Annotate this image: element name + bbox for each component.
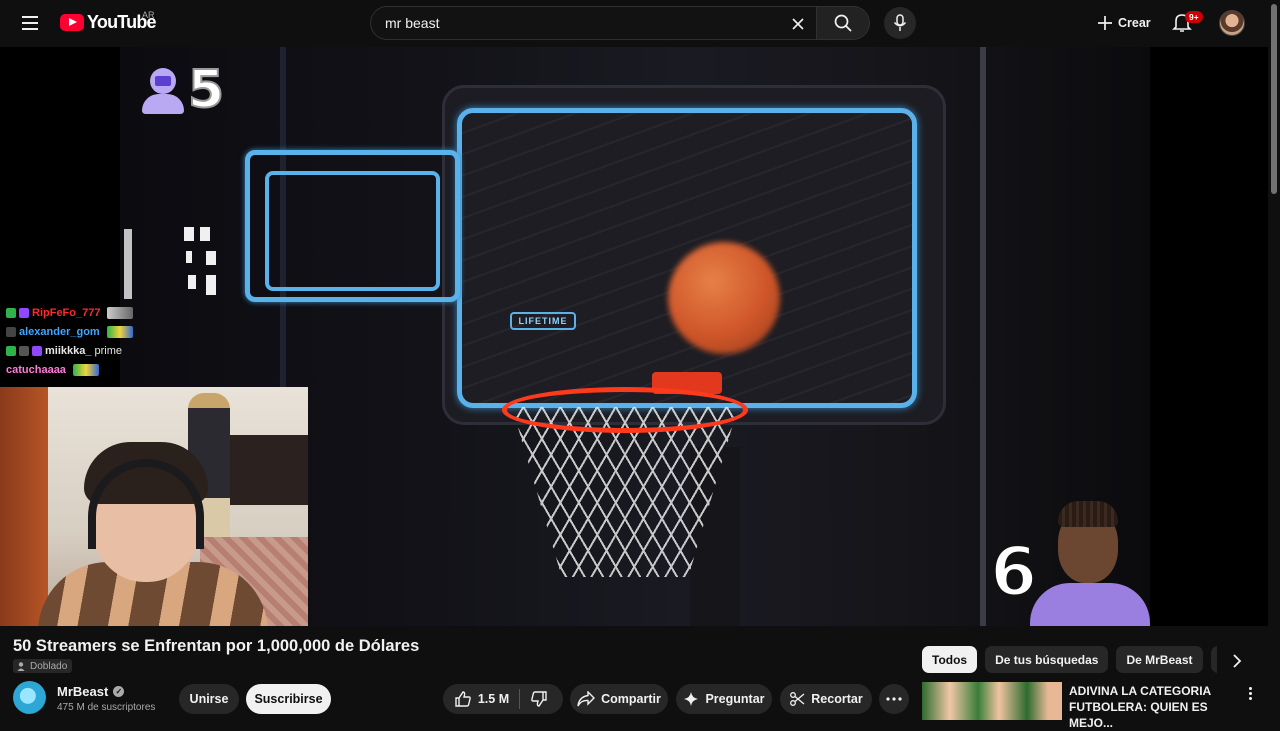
light-streaks — [122, 227, 217, 302]
prime-badge-icon — [32, 345, 42, 356]
backboard-inner-square — [265, 171, 440, 291]
dubbed-badge: Doblado — [13, 659, 73, 673]
ask-label: Preguntar — [705, 692, 765, 706]
basketball — [668, 242, 780, 354]
search-bar — [370, 6, 870, 40]
emote-icon — [106, 325, 133, 338]
subscribe-label: Suscribirse — [254, 692, 323, 706]
voice-search-button[interactable] — [884, 7, 916, 39]
clip-button[interactable]: Recortar — [780, 684, 872, 714]
chat-username: alexander_gom — [19, 325, 100, 338]
chat-text: prime — [94, 344, 122, 357]
streamer-webcam — [0, 387, 308, 626]
share-button[interactable]: Compartir — [570, 684, 668, 714]
contestant-number: 6 — [988, 533, 1038, 612]
thumbs-up-icon — [455, 691, 471, 707]
dubbed-label: Doblado — [30, 660, 68, 672]
plus-icon — [1098, 16, 1112, 30]
clip-label: Recortar — [811, 692, 863, 706]
streamer-camera-icon — [140, 66, 184, 114]
more-actions-button[interactable] — [879, 684, 909, 714]
menu-icon[interactable] — [14, 7, 46, 39]
like-dislike-group: 1.5 M — [443, 684, 563, 714]
scrollbar-thumb[interactable] — [1271, 4, 1277, 194]
youtube-play-icon — [60, 14, 84, 31]
chat-message: alexander_gom — [0, 322, 150, 341]
related-filter-chips: Todos De tus búsquedas De MrBeast Vi — [922, 646, 1217, 673]
video-player[interactable]: LIFETIME 5 6 RipFeFo_777 alexander_gom m… — [0, 47, 1268, 626]
hoop-rim — [502, 387, 748, 433]
ask-button[interactable]: Preguntar — [676, 684, 772, 714]
join-label: Unirse — [189, 692, 229, 706]
subscribe-button[interactable]: Suscribirse — [246, 684, 331, 714]
scissors-icon — [790, 692, 805, 706]
chip-watched[interactable]: Vi — [1210, 646, 1217, 673]
chips-next-button[interactable] — [1225, 649, 1249, 673]
share-icon — [577, 691, 596, 707]
thumbs-down-icon — [531, 691, 547, 707]
badge-icon — [19, 345, 29, 356]
account-avatar[interactable] — [1219, 10, 1245, 36]
chat-message: miikkka_ prime — [0, 341, 150, 360]
notifications-badge: 9+ — [1185, 11, 1203, 23]
emote-icon — [72, 363, 99, 376]
search-input[interactable] — [385, 15, 775, 31]
channel-name[interactable]: MrBeast ✓ — [57, 684, 125, 699]
dislike-button[interactable] — [520, 690, 558, 708]
chat-username: miikkka_ — [45, 344, 92, 357]
search-icon — [834, 14, 852, 32]
subscriber-count: 475 M de suscriptores — [57, 702, 156, 713]
sub-badge-icon — [19, 307, 29, 318]
chat-username: RipFeFo_777 — [32, 306, 101, 319]
recommendation-thumbnail[interactable] — [922, 682, 1062, 720]
join-button[interactable]: Unirse — [179, 684, 239, 714]
top-header: YouTube AR Crear 9+ — [0, 0, 1280, 47]
backboard-brand: LIFETIME — [510, 312, 576, 330]
chat-username: catuchaaaa — [6, 363, 66, 376]
chip-from-searches[interactable]: De tus búsquedas — [985, 646, 1109, 673]
like-count: 1.5 M — [477, 692, 510, 706]
share-label: Compartir — [601, 692, 661, 706]
chat-message: catuchaaaa — [0, 360, 150, 379]
like-button[interactable]: 1.5 M — [448, 690, 519, 708]
chat-message: RipFeFo_777 — [0, 303, 150, 322]
verified-icon: ✓ — [113, 686, 125, 697]
search-box — [370, 6, 816, 40]
microphone-icon — [893, 14, 907, 31]
sparkle-icon — [684, 692, 699, 706]
chevron-right-icon — [1233, 654, 1242, 668]
recommendation-menu-icon[interactable] — [1240, 683, 1260, 703]
search-button[interactable] — [816, 6, 870, 40]
chip-all[interactable]: Todos — [922, 646, 978, 673]
check-badge-icon — [6, 345, 16, 356]
dub-icon — [17, 662, 25, 671]
create-label: Crear — [1118, 16, 1151, 30]
background-pole — [980, 47, 986, 626]
streamer-count: 5 — [187, 60, 225, 120]
channel-avatar[interactable] — [13, 681, 46, 714]
channel-name-text: MrBeast — [57, 684, 109, 699]
emote-icon — [107, 306, 134, 319]
region-code: AR — [142, 10, 155, 20]
clear-search-icon[interactable] — [786, 12, 810, 36]
recommendation-title[interactable]: ADIVINA LA CATEGORIA FUTBOLERA: QUIEN ES… — [1069, 683, 1239, 731]
more-horizontal-icon — [886, 697, 902, 701]
video-title: 50 Streamers se Enfrentan por 1,000,000 … — [13, 637, 420, 655]
streamer-count-overlay: 5 — [140, 60, 225, 120]
chip-from-mrbeast[interactable]: De MrBeast — [1116, 646, 1203, 673]
check-badge-icon — [6, 307, 16, 318]
stream-chat-overlay: RipFeFo_777 alexander_gom miikkka_ prime… — [0, 303, 150, 389]
badge-icon — [6, 326, 16, 337]
create-button[interactable]: Crear — [1088, 8, 1159, 38]
contestant-image — [1030, 497, 1150, 626]
